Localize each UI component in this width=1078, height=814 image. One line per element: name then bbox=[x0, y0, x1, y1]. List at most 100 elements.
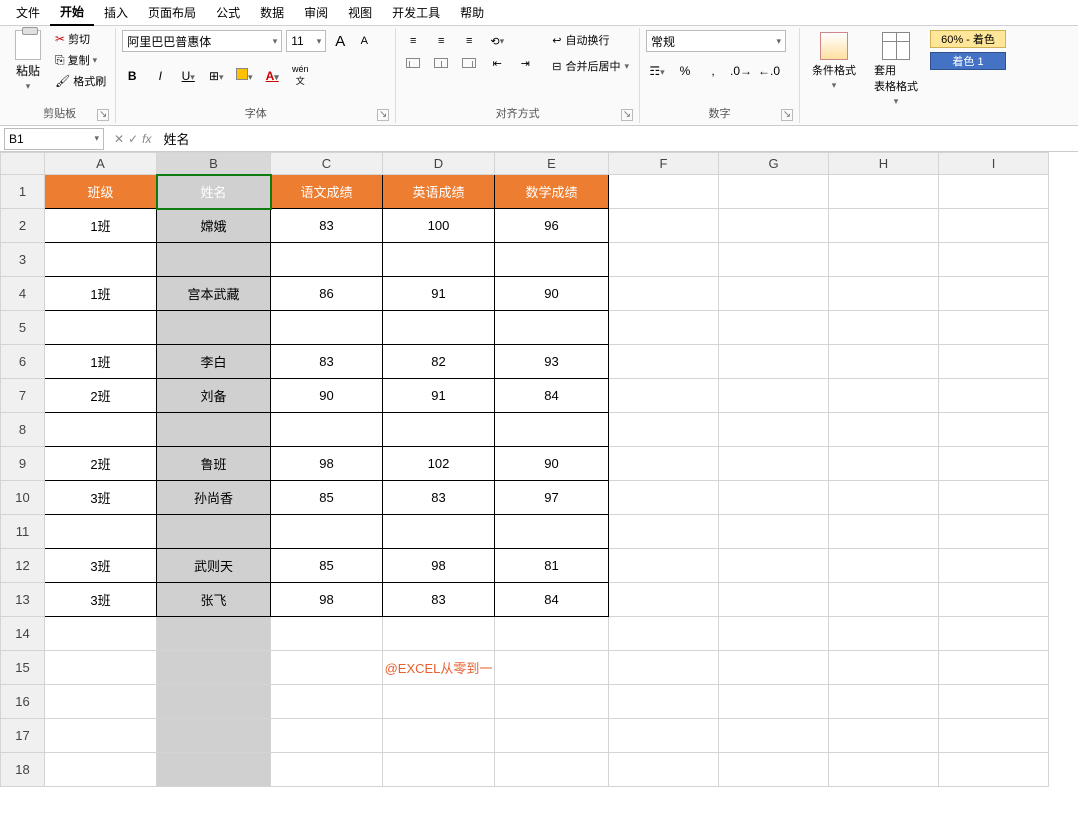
cell-G17[interactable] bbox=[719, 719, 829, 753]
cell-A11[interactable] bbox=[45, 515, 157, 549]
cell-A6[interactable]: 1班 bbox=[45, 345, 157, 379]
cell-G15[interactable] bbox=[719, 651, 829, 685]
cell-C12[interactable]: 85 bbox=[271, 549, 383, 583]
cell-G10[interactable] bbox=[719, 481, 829, 515]
style-swatch-1[interactable]: 60% - 着色 bbox=[930, 30, 1006, 48]
cell-B9[interactable]: 鲁班 bbox=[157, 447, 271, 481]
row-header-14[interactable]: 14 bbox=[1, 617, 45, 651]
style-swatch-2[interactable]: 着色 1 bbox=[930, 52, 1006, 70]
cell-I6[interactable] bbox=[939, 345, 1049, 379]
cell-B6[interactable]: 李白 bbox=[157, 345, 271, 379]
copy-button[interactable]: 复制▾ bbox=[52, 51, 109, 69]
font-color-button[interactable]: A▾ bbox=[262, 69, 282, 83]
dialog-launcher[interactable]: ↘ bbox=[781, 109, 793, 121]
row-header-8[interactable]: 8 bbox=[1, 413, 45, 447]
menu-item-8[interactable]: 开发工具 bbox=[382, 0, 450, 25]
cell-G4[interactable] bbox=[719, 277, 829, 311]
cell-C5[interactable] bbox=[271, 311, 383, 345]
cell-C7[interactable]: 90 bbox=[271, 379, 383, 413]
cell-I11[interactable] bbox=[939, 515, 1049, 549]
menu-item-4[interactable]: 公式 bbox=[206, 0, 250, 25]
cell-H16[interactable] bbox=[829, 685, 939, 719]
cell-B13[interactable]: 张飞 bbox=[157, 583, 271, 617]
cell-G12[interactable] bbox=[719, 549, 829, 583]
row-header-4[interactable]: 4 bbox=[1, 277, 45, 311]
cell-H12[interactable] bbox=[829, 549, 939, 583]
cell-A15[interactable] bbox=[45, 651, 157, 685]
cell-G18[interactable] bbox=[719, 753, 829, 787]
cell-H9[interactable] bbox=[829, 447, 939, 481]
cell-C1[interactable]: 语文成绩 bbox=[271, 175, 383, 209]
cell-I18[interactable] bbox=[939, 753, 1049, 787]
cell-D6[interactable]: 82 bbox=[383, 345, 495, 379]
cell-C11[interactable] bbox=[271, 515, 383, 549]
row-header-6[interactable]: 6 bbox=[1, 345, 45, 379]
cell-A1[interactable]: 班级 bbox=[45, 175, 157, 209]
cell-G16[interactable] bbox=[719, 685, 829, 719]
cell-A4[interactable]: 1班 bbox=[45, 277, 157, 311]
cell-C18[interactable] bbox=[271, 753, 383, 787]
cell-B3[interactable] bbox=[157, 243, 271, 277]
cell-F14[interactable] bbox=[609, 617, 719, 651]
decrease-decimal-button[interactable]: ←.0 bbox=[758, 64, 780, 78]
cut-button[interactable]: 剪切 bbox=[52, 30, 109, 48]
decrease-font-button[interactable]: A bbox=[354, 35, 374, 47]
cell-E10[interactable]: 97 bbox=[495, 481, 609, 515]
cell-B8[interactable] bbox=[157, 413, 271, 447]
worksheet[interactable]: ABCDEFGHI1班级姓名语文成绩英语成绩数学成绩21班嫦娥831009634… bbox=[0, 152, 1078, 814]
cell-I17[interactable] bbox=[939, 719, 1049, 753]
italic-button[interactable]: I bbox=[150, 69, 170, 83]
merge-cells-button[interactable]: ⊟合并后居中▾ bbox=[548, 56, 633, 76]
bold-button[interactable]: B bbox=[122, 69, 142, 83]
cell-I1[interactable] bbox=[939, 175, 1049, 209]
row-header-1[interactable]: 1 bbox=[1, 175, 45, 209]
menu-item-9[interactable]: 帮助 bbox=[450, 0, 494, 25]
cell-G7[interactable] bbox=[719, 379, 829, 413]
cell-I9[interactable] bbox=[939, 447, 1049, 481]
align-middle-button[interactable]: ≡ bbox=[430, 30, 452, 52]
cell-A13[interactable]: 3班 bbox=[45, 583, 157, 617]
cancel-icon[interactable]: ✕ bbox=[114, 132, 124, 146]
cell-G1[interactable] bbox=[719, 175, 829, 209]
menu-item-1[interactable]: 开始 bbox=[50, 0, 94, 26]
cell-E1[interactable]: 数学成绩 bbox=[495, 175, 609, 209]
cell-G11[interactable] bbox=[719, 515, 829, 549]
dialog-launcher[interactable]: ↘ bbox=[621, 109, 633, 121]
formula-input[interactable]: 姓名 bbox=[157, 129, 1078, 148]
cell-I12[interactable] bbox=[939, 549, 1049, 583]
cell-F1[interactable] bbox=[609, 175, 719, 209]
cell-I13[interactable] bbox=[939, 583, 1049, 617]
cell-A7[interactable]: 2班 bbox=[45, 379, 157, 413]
cell-F10[interactable] bbox=[609, 481, 719, 515]
align-bottom-button[interactable]: ≡ bbox=[458, 30, 480, 52]
cell-E16[interactable] bbox=[495, 685, 609, 719]
paste-button[interactable]: 粘贴 ▾ bbox=[10, 30, 46, 92]
cell-C8[interactable] bbox=[271, 413, 383, 447]
cell-D17[interactable] bbox=[383, 719, 495, 753]
cell-B1[interactable]: 姓名 bbox=[157, 175, 271, 209]
increase-font-button[interactable]: A bbox=[330, 33, 350, 50]
cell-H2[interactable] bbox=[829, 209, 939, 243]
dialog-launcher[interactable]: ↘ bbox=[377, 109, 389, 121]
cell-G5[interactable] bbox=[719, 311, 829, 345]
cell-F17[interactable] bbox=[609, 719, 719, 753]
cell-I10[interactable] bbox=[939, 481, 1049, 515]
cell-H10[interactable] bbox=[829, 481, 939, 515]
cell-D14[interactable] bbox=[383, 617, 495, 651]
font-size-select[interactable]: 11▾ bbox=[286, 30, 326, 52]
fill-color-button[interactable]: ▾ bbox=[234, 68, 254, 83]
cell-H1[interactable] bbox=[829, 175, 939, 209]
cell-F2[interactable] bbox=[609, 209, 719, 243]
cell-C9[interactable]: 98 bbox=[271, 447, 383, 481]
align-left-button[interactable] bbox=[402, 52, 424, 74]
cell-G9[interactable] bbox=[719, 447, 829, 481]
cell-I8[interactable] bbox=[939, 413, 1049, 447]
cell-E17[interactable] bbox=[495, 719, 609, 753]
cell-F4[interactable] bbox=[609, 277, 719, 311]
format-as-table-button[interactable]: 套用 表格格式▾ bbox=[868, 30, 924, 109]
cell-E3[interactable] bbox=[495, 243, 609, 277]
cell-D7[interactable]: 91 bbox=[383, 379, 495, 413]
cell-E7[interactable]: 84 bbox=[495, 379, 609, 413]
cell-E11[interactable] bbox=[495, 515, 609, 549]
conditional-format-button[interactable]: 条件格式▾ bbox=[806, 30, 862, 93]
